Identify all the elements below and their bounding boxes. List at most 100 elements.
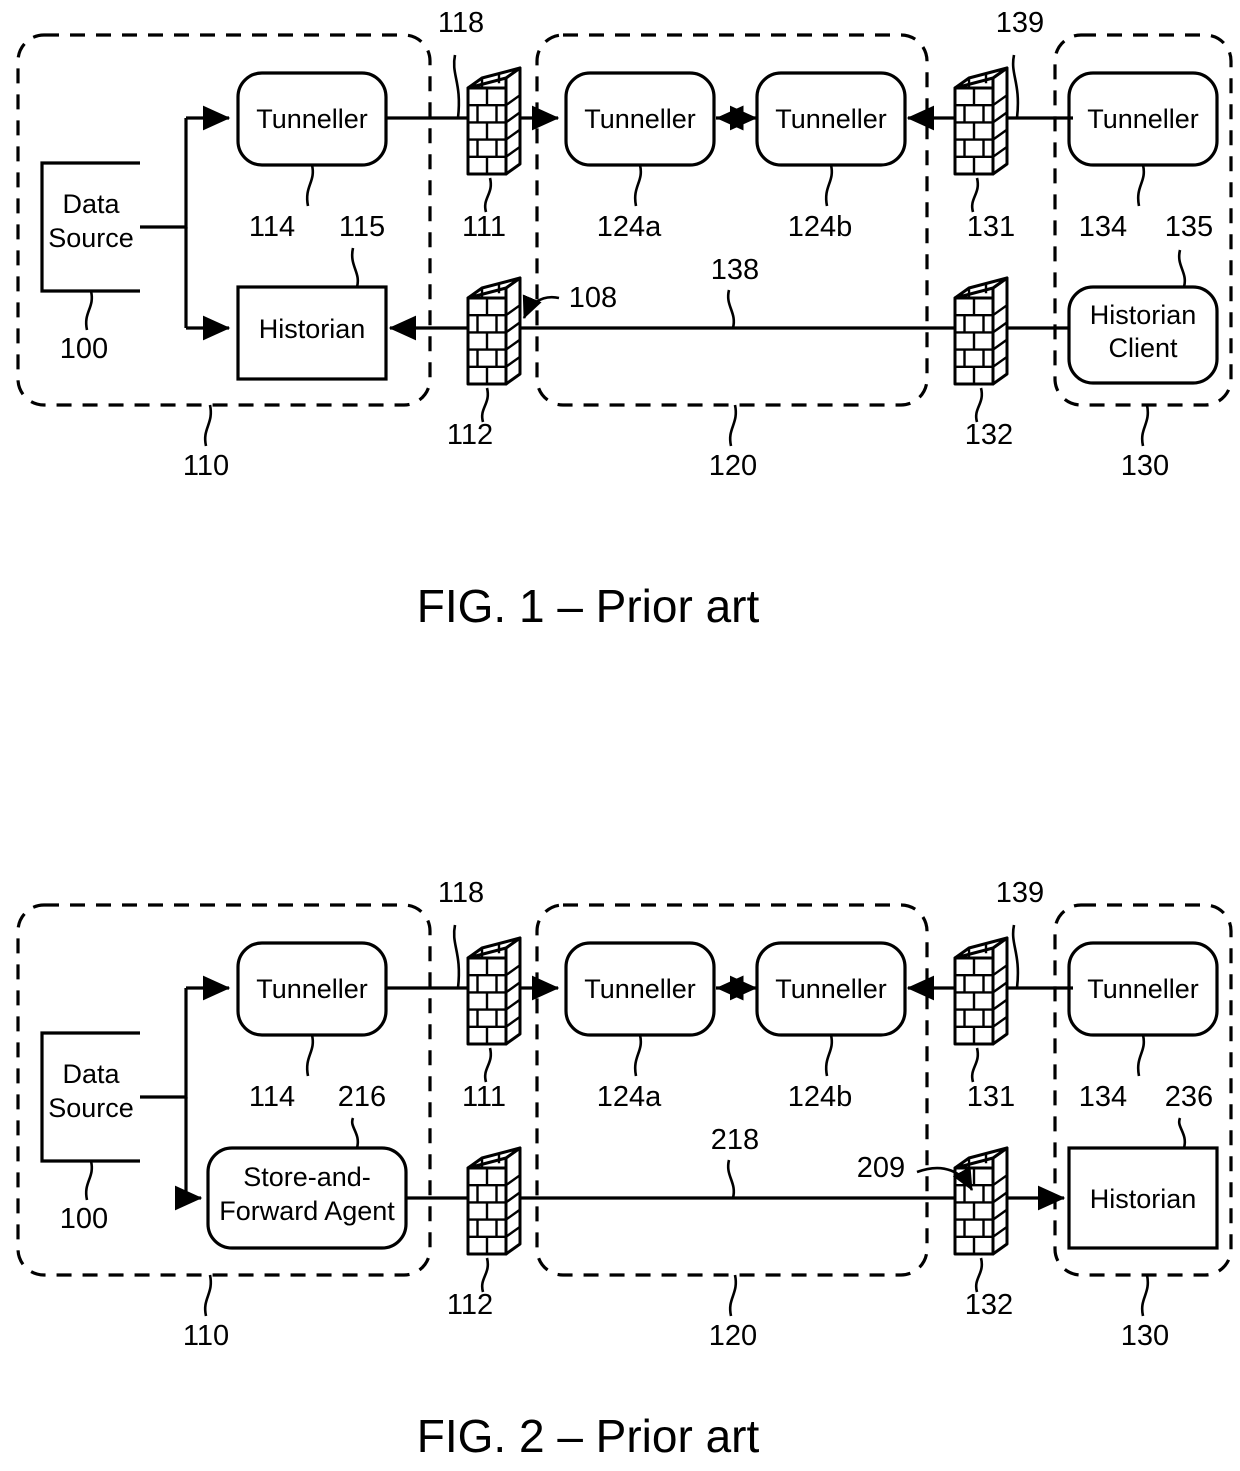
- ref-114: 114: [249, 211, 295, 243]
- store-and-forward-agent-216-label-line2: Forward Agent: [219, 1196, 395, 1226]
- fig2-wire-datasource-to-tunneller: [140, 988, 188, 1099]
- fig2-ref-132: 132: [965, 1289, 1013, 1321]
- ref-131: 131: [967, 211, 1015, 243]
- ref-132: 132: [965, 419, 1013, 451]
- ref-112: 112: [447, 419, 493, 451]
- fig2-ref-100: 100: [60, 1203, 108, 1235]
- fig2-tunneller-134-label: Tunneller: [1087, 974, 1199, 1004]
- fig2-ref-130: 130: [1121, 1320, 1169, 1352]
- fig2-lead-139: [1011, 924, 1020, 989]
- ref-209: 209: [857, 1152, 905, 1184]
- historian-115-label: Historian: [259, 314, 366, 344]
- lead-134: [1136, 164, 1146, 207]
- ref-120: 120: [709, 450, 757, 482]
- lead-115: [350, 247, 360, 288]
- ref-100: 100: [60, 333, 108, 365]
- fig2-lead-131: [970, 1047, 980, 1083]
- lead-138: [726, 289, 736, 329]
- fig2-tunneller-124b-label: Tunneller: [775, 974, 887, 1004]
- fig2-tunneller-114-label: Tunneller: [256, 974, 368, 1004]
- ref-110: 110: [183, 450, 229, 482]
- fig2-lead-124a: [633, 1034, 643, 1077]
- lead-111: [483, 177, 493, 213]
- historian-client-135-label-line2: Client: [1108, 333, 1178, 363]
- fig2-lead-118: [452, 924, 461, 989]
- lead-108: [522, 294, 560, 319]
- ref-139: 139: [996, 7, 1044, 39]
- fig2-data-source-label-line1: Data: [62, 1059, 120, 1089]
- fig2-lead-111: [483, 1047, 493, 1083]
- lead-135: [1177, 249, 1187, 288]
- firewall-111-icon: [466, 66, 522, 176]
- figure-2-caption: FIG. 2 – Prior art: [417, 1410, 760, 1462]
- figure-1: Data Source Tunneller Historian Tunnelle…: [16, 7, 1233, 632]
- ref-130: 130: [1121, 450, 1169, 482]
- fig2-lead-132: [974, 1257, 984, 1293]
- ref-236: 236: [1165, 1081, 1213, 1113]
- ref-124b: 124b: [788, 211, 853, 243]
- fig2-ref-134: 134: [1079, 1081, 1127, 1113]
- fig2-ref-124b: 124b: [788, 1081, 853, 1113]
- firewall-112-icon: [466, 276, 522, 386]
- tunneller-124b-label: Tunneller: [775, 104, 887, 134]
- fig2-lead-100: [84, 1160, 94, 1201]
- fig2-lead-130: [1140, 1274, 1150, 1317]
- fig2-ref-111: 111: [462, 1081, 506, 1113]
- fig2-ref-112: 112: [447, 1289, 493, 1321]
- lead-124b: [824, 164, 834, 207]
- fig2-firewall-131-icon: [953, 936, 1009, 1046]
- lead-236: [1177, 1117, 1187, 1149]
- ref-135: 135: [1165, 211, 1213, 243]
- lead-131: [970, 177, 980, 213]
- lead-130: [1140, 404, 1150, 447]
- fig2-zone-120-boundary: [535, 903, 929, 1277]
- lead-112: [480, 387, 490, 423]
- fig2-lead-134: [1136, 1034, 1146, 1077]
- fig2-lead-110: [203, 1274, 213, 1317]
- data-source-label-line2: Source: [48, 223, 134, 253]
- lead-114: [305, 164, 315, 207]
- fig2-ref-110: 110: [183, 1320, 229, 1352]
- fig2-data-source-label-line2: Source: [48, 1093, 134, 1123]
- tunneller-124a-label: Tunneller: [584, 104, 696, 134]
- lead-218: [726, 1159, 736, 1199]
- historian-236-label: Historian: [1090, 1184, 1197, 1214]
- firewall-131-icon: [953, 66, 1009, 176]
- lead-139: [1011, 54, 1020, 119]
- lead-124a: [633, 164, 643, 207]
- ref-108: 108: [569, 282, 617, 314]
- fig2-firewall-111-icon: [466, 936, 522, 1046]
- historian-client-135-label-line1: Historian: [1090, 300, 1197, 330]
- data-source-label-line1: Data: [62, 189, 120, 219]
- fig2-lead-114: [305, 1034, 315, 1077]
- lead-118: [452, 54, 461, 119]
- ref-218: 218: [711, 1124, 759, 1156]
- ref-134: 134: [1079, 211, 1127, 243]
- figure-2: Data Source Tunneller Store-and- Forward…: [16, 877, 1233, 1462]
- ref-216: 216: [338, 1081, 386, 1113]
- diagram-canvas: Data Source Tunneller Historian Tunnelle…: [16, 7, 1233, 1462]
- fig2-ref-131: 131: [967, 1081, 1015, 1113]
- fig2-firewall-132-icon: [953, 1146, 1009, 1256]
- store-and-forward-agent-216-label-line1: Store-and-: [243, 1162, 371, 1192]
- figure-1-caption: FIG. 1 – Prior art: [417, 580, 760, 632]
- lead-120: [728, 404, 738, 447]
- ref-111: 111: [462, 211, 506, 243]
- zone-120-boundary: [535, 33, 929, 407]
- fig2-tunneller-124a-label: Tunneller: [584, 974, 696, 1004]
- tunneller-134-label: Tunneller: [1087, 104, 1199, 134]
- fig2-ref-120: 120: [709, 1320, 757, 1352]
- ref-115: 115: [339, 211, 385, 243]
- ref-124a: 124a: [597, 211, 662, 243]
- fig2-firewall-112-icon: [466, 1146, 522, 1256]
- ref-118: 118: [438, 7, 484, 39]
- ref-138: 138: [711, 254, 759, 286]
- fig2-ref-118: 118: [438, 877, 484, 909]
- fig2-ref-124a: 124a: [597, 1081, 662, 1113]
- fig2-lead-120: [728, 1274, 738, 1317]
- wire-datasource-to-tunneller: [140, 118, 188, 229]
- fig2-ref-114: 114: [249, 1081, 295, 1113]
- fig2-ref-139: 139: [996, 877, 1044, 909]
- firewall-132-icon: [953, 276, 1009, 386]
- lead-100: [84, 290, 94, 331]
